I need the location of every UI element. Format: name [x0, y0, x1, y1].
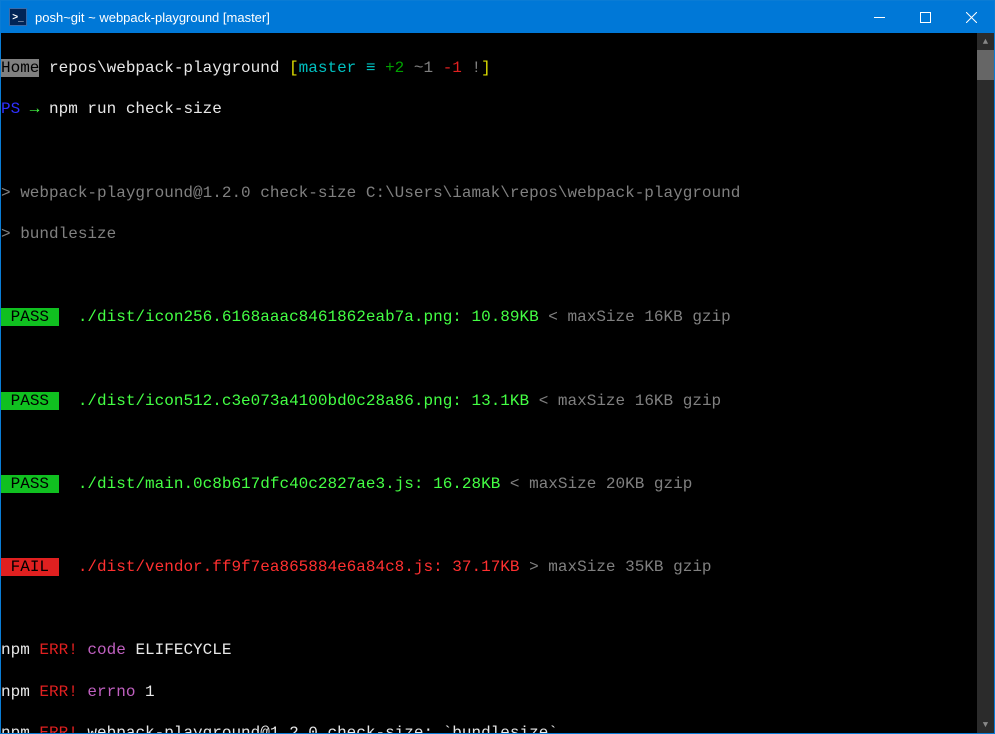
npm-error-line: npm ERR! webpack-playground@1.2.0 check-… — [1, 723, 977, 733]
npm-runner-line: > webpack-playground@1.2.0 check-size C:… — [1, 183, 977, 204]
window-title: posh~git ~ webpack-playground [master] — [35, 10, 856, 25]
maximize-button[interactable] — [902, 1, 948, 33]
npm-error-line: npm ERR! errno 1 — [1, 682, 977, 703]
status-badge: PASS — [1, 392, 59, 410]
command-text: npm run check-size — [49, 100, 222, 118]
status-badge: PASS — [1, 475, 59, 493]
terminal-window: >_ posh~git ~ webpack-playground [master… — [0, 0, 995, 734]
status-badge: FAIL — [1, 558, 59, 576]
minimize-icon — [874, 12, 885, 23]
scroll-down-icon[interactable]: ▼ — [977, 716, 994, 733]
npm-error-line: npm ERR! code ELIFECYCLE — [1, 640, 977, 661]
vertical-scrollbar[interactable]: ▲ ▼ — [977, 33, 994, 733]
terminal-output[interactable]: Home repos\webpack-playground [master ≡ … — [1, 33, 977, 733]
scroll-up-icon[interactable]: ▲ — [977, 33, 994, 50]
npm-runner-line: > bundlesize — [1, 224, 977, 245]
window-controls — [856, 1, 994, 33]
check-result-pass: PASS ./dist/main.0c8b617dfc40c2827ae3.js… — [1, 474, 977, 495]
scrollbar-thumb[interactable] — [977, 50, 994, 80]
check-result-pass: PASS ./dist/icon512.c3e073a4100bd0c28a86… — [1, 391, 977, 412]
terminal-body: Home repos\webpack-playground [master ≡ … — [1, 33, 994, 733]
prompt-home: Home — [1, 59, 39, 77]
prompt-line: Home repos\webpack-playground [master ≡ … — [1, 58, 977, 79]
close-icon — [966, 12, 977, 23]
prompt-arrow-icon: → — [20, 100, 49, 118]
command-line: PS → npm run check-size — [1, 99, 977, 120]
check-result-pass: PASS ./dist/icon256.6168aaac8461862eab7a… — [1, 307, 977, 328]
close-button[interactable] — [948, 1, 994, 33]
maximize-icon — [920, 12, 931, 23]
status-badge: PASS — [1, 308, 59, 326]
ps-prefix: PS — [1, 100, 20, 118]
powershell-icon: >_ — [9, 8, 27, 26]
minimize-button[interactable] — [856, 1, 902, 33]
check-result-fail: FAIL ./dist/vendor.ff9f7ea865884e6a84c8.… — [1, 557, 977, 578]
titlebar[interactable]: >_ posh~git ~ webpack-playground [master… — [1, 1, 994, 33]
